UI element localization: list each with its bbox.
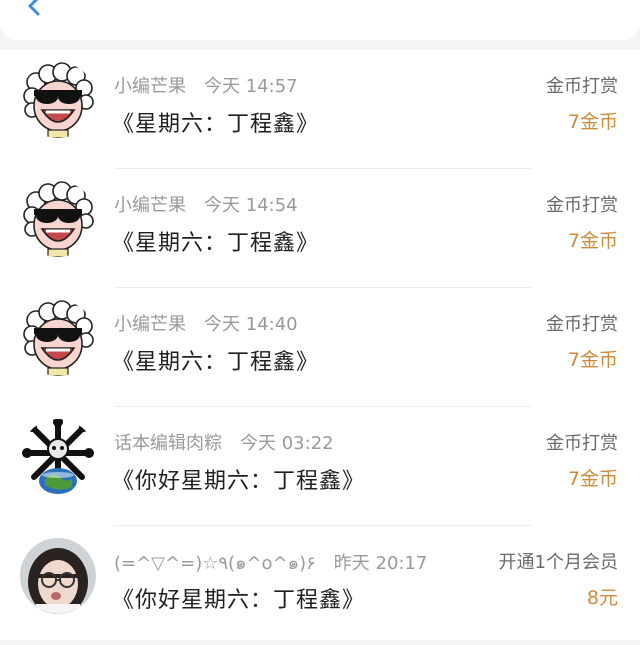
work-title[interactable]: 《你好星期六：丁程鑫》 [112,582,365,614]
item-meta: 话本编辑肉粽 今天 03:22 [114,429,334,455]
user-name[interactable]: 话本编辑肉粽 [114,433,222,454]
list-item[interactable]: 话本编辑肉粽 今天 03:22 《你好星期六：丁程鑫》 金币打赏 7金币 [0,407,640,526]
user-name[interactable]: 小编芒果 [114,314,186,335]
reward-list: 小编芒果 今天 14:57 《星期六：丁程鑫》 金币打赏 7金币 小编芒果 今天… [0,50,640,640]
avatar[interactable] [20,538,96,614]
sheep-avatar-icon [20,62,96,138]
item-meta: 小编芒果 今天 14:54 [114,191,298,217]
amount-label: 7金币 [567,111,618,133]
list-item[interactable]: 小编芒果 今天 14:57 《星期六：丁程鑫》 金币打赏 7金币 [0,50,640,169]
action-label: 金币打赏 [546,433,618,454]
action-label: 金币打赏 [546,76,618,97]
item-meta: (=^▽^=)☆٩(๑^o^๑)۶ 昨天 20:17 [114,548,427,577]
action-label: 金币打赏 [546,314,618,335]
timestamp: 昨天 20:17 [333,553,428,574]
list-item[interactable]: (=^▽^=)☆٩(๑^o^๑)۶ 昨天 20:17 《你好星期六：丁程鑫》 开通… [0,526,640,645]
amount-label: 7金币 [567,349,618,371]
action-label: 开通1个月会员 [498,552,618,573]
avatar[interactable] [20,419,96,495]
earth-skull-avatar-icon [20,419,96,495]
sheep-avatar-icon [20,181,96,257]
user-name[interactable]: 小编芒果 [114,76,186,97]
amount-label: 8元 [586,587,618,609]
timestamp: 今天 14:57 [204,76,298,97]
girl-photo-avatar-icon [20,538,96,614]
user-name[interactable]: (=^▽^=)☆٩(๑^o^๑)۶ [114,553,316,574]
list-item[interactable]: 小编芒果 今天 14:40 《星期六：丁程鑫》 金币打赏 7金币 [0,288,640,407]
action-label: 金币打赏 [546,195,618,216]
avatar[interactable] [20,181,96,257]
work-title[interactable]: 《你好星期六：丁程鑫》 [112,463,365,495]
amount-label: 7金币 [567,230,618,252]
avatar[interactable] [20,62,96,138]
timestamp: 今天 14:54 [204,195,298,216]
work-title[interactable]: 《星期六：丁程鑫》 [112,344,319,376]
work-title[interactable]: 《星期六：丁程鑫》 [112,106,319,138]
top-bar [0,0,640,40]
chevron-left-icon[interactable] [22,0,46,22]
list-item[interactable]: 小编芒果 今天 14:54 《星期六：丁程鑫》 金币打赏 7金币 [0,169,640,288]
sheep-avatar-icon [20,300,96,376]
work-title[interactable]: 《星期六：丁程鑫》 [112,225,319,257]
timestamp: 今天 14:40 [204,314,298,335]
timestamp: 今天 03:22 [240,433,334,454]
amount-label: 7金币 [567,468,618,490]
item-meta: 小编芒果 今天 14:40 [114,310,298,336]
user-name[interactable]: 小编芒果 [114,195,186,216]
avatar[interactable] [20,300,96,376]
item-meta: 小编芒果 今天 14:57 [114,72,298,98]
